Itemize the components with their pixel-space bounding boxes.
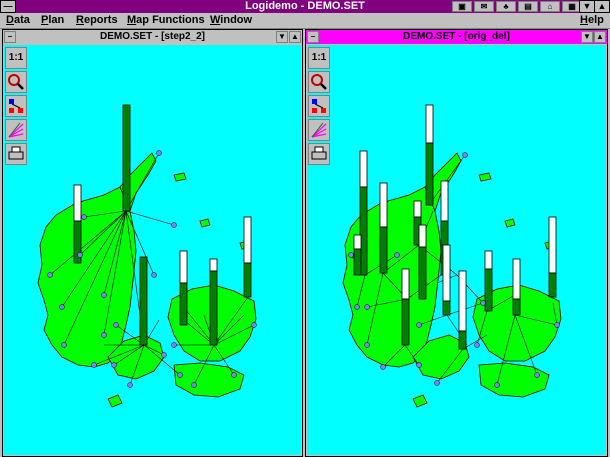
left-map-window: – DEMO.SET - [step2_2] ▼ ▲ 1:1 [2, 29, 303, 457]
network-icon[interactable] [308, 95, 330, 117]
print-icon[interactable] [5, 143, 27, 165]
left-window-system-button[interactable]: – [4, 31, 16, 43]
menu-reports[interactable]: Reports [76, 14, 118, 26]
right-zoom-reset-button[interactable]: 1:1 [308, 47, 330, 69]
routes-icon[interactable] [5, 119, 27, 141]
minimize-button[interactable]: ▼ [579, 0, 595, 13]
left-bar-1 [122, 104, 131, 212]
right-window-system-button[interactable]: – [307, 31, 319, 43]
print-icon[interactable] [308, 143, 330, 165]
lolland-falster [173, 362, 245, 398]
left-map-svg[interactable] [4, 45, 301, 455]
right-map-canvas[interactable]: 1:1 [307, 45, 606, 455]
left-bar-6 [243, 262, 252, 298]
menu-map-functions[interactable]: Map Functions [127, 14, 205, 26]
toolbar-icon-3[interactable]: ♣ [496, 1, 516, 12]
lolland-falster-right [478, 362, 550, 398]
toolbar-icon-1[interactable]: ▣ [452, 1, 472, 12]
right-window-caption: – DEMO.SET - [orig_del] ▼ ▲ [306, 30, 607, 44]
menu-help[interactable]: Help [580, 14, 604, 26]
left-bar-2-empty [73, 184, 82, 222]
left-map-canvas[interactable]: 1:1 [4, 45, 301, 455]
zoom-in-icon[interactable] [5, 71, 27, 93]
left-bar-4 [179, 282, 188, 326]
toolbar-icon-5[interactable]: ⌂ [540, 1, 560, 12]
left-zoom-reset-button[interactable]: 1:1 [5, 47, 27, 69]
menu-window[interactable]: Window [210, 14, 252, 26]
right-window-maximize[interactable]: ▲ [594, 31, 606, 43]
menu-data[interactable]: Data [6, 14, 30, 26]
jutland-land [37, 186, 137, 368]
toolbar-icon-4[interactable]: ▤ [518, 1, 538, 12]
left-bar-5-empty [209, 258, 218, 272]
network-icon[interactable] [5, 95, 27, 117]
left-window-minimize[interactable]: ▼ [276, 31, 288, 43]
maximize-button[interactable]: ▲ [594, 0, 610, 13]
menu-plan[interactable]: Plan [41, 14, 64, 26]
left-bar-6-empty [243, 216, 252, 264]
right-map-window: – DEMO.SET - [orig_del] ▼ ▲ 1:1 [305, 29, 608, 457]
denmark-map-land-right [342, 152, 562, 408]
small-island-2 [199, 218, 211, 228]
left-bar-4-empty [179, 250, 188, 284]
left-window-caption: – DEMO.SET - [step2_2] ▼ ▲ [3, 30, 302, 44]
small-island-1 [173, 172, 187, 182]
left-window-title: DEMO.SET - [step2_2] [99, 31, 206, 42]
routes-icon[interactable] [308, 119, 330, 141]
zoom-in-icon[interactable] [308, 71, 330, 93]
left-bar-5 [209, 270, 218, 346]
right-window-minimize[interactable]: ▼ [581, 31, 593, 43]
menu-bar: Data Plan Reports Map Functions Window H… [0, 13, 610, 29]
right-map-svg[interactable] [307, 45, 606, 455]
left-window-maximize[interactable]: ▲ [289, 31, 301, 43]
toolbar-icon-2[interactable]: ✉ [474, 1, 494, 12]
small-island-4 [107, 394, 123, 408]
app-title-bar: — Logidemo - DEMO.SET ▣ ✉ ♣ ▤ ⌂ ▦ ▼ ▲ [0, 0, 610, 13]
right-window-title: DEMO.SET - [orig_del] [403, 31, 510, 42]
left-bar-3 [139, 256, 148, 346]
